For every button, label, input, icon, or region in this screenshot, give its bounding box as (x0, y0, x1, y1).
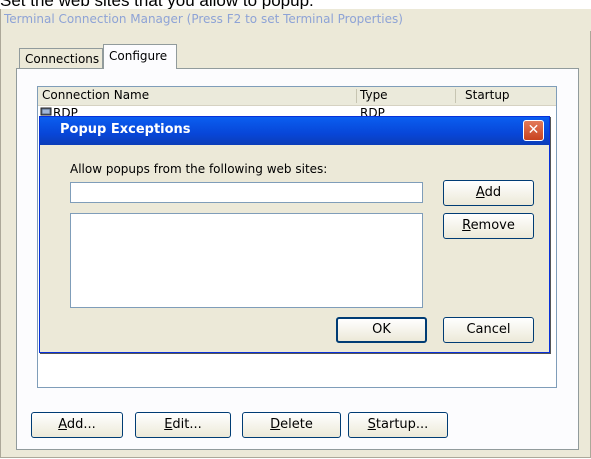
add-label: dd... (66, 417, 96, 432)
column-separator[interactable] (356, 89, 357, 103)
column-header-startup[interactable]: Startup (465, 88, 510, 102)
ok-label: OK (372, 322, 391, 337)
startup-label: tartup... (375, 417, 429, 432)
allow-popups-label: Allow popups from the following web site… (70, 162, 328, 176)
tab-connections-label: Connections (25, 52, 100, 66)
column-header-type[interactable]: Type (360, 88, 388, 102)
delete-connection-button[interactable]: Delete (242, 412, 341, 438)
add-site-accelerator: A (475, 185, 485, 200)
window-title: Terminal Connection Manager (Press F2 to… (4, 12, 403, 26)
delete-label: elete (280, 417, 313, 432)
column-header-connection-name[interactable]: Connection Name (42, 88, 149, 102)
cancel-button[interactable]: Cancel (443, 317, 534, 343)
startup-button[interactable]: Startup... (348, 412, 448, 438)
edit-label: dit... (172, 417, 202, 432)
add-site-button[interactable]: Add (443, 180, 534, 206)
add-connection-button[interactable]: Add... (31, 412, 123, 438)
add-site-label: dd (484, 185, 502, 200)
tab-configure[interactable]: Configure (103, 44, 177, 69)
startup-accelerator: S (367, 417, 376, 432)
remove-site-button[interactable]: Remove (443, 213, 534, 239)
website-input[interactable] (70, 182, 423, 203)
remove-accelerator: R (462, 218, 471, 233)
edit-connection-button[interactable]: Edit... (135, 412, 231, 438)
tab-connections[interactable]: Connections (19, 48, 103, 68)
dialog-title: Popup Exceptions (60, 122, 191, 137)
add-accelerator: A (58, 417, 67, 432)
dialog-title-bar[interactable]: Popup Exceptions ✕ (40, 117, 549, 145)
allowed-sites-list[interactable] (70, 213, 423, 308)
cancel-label: Cancel (466, 322, 511, 337)
list-header: Connection Name Type Startup (38, 87, 556, 106)
ok-button[interactable]: OK (336, 317, 427, 343)
remove-label: emove (470, 218, 515, 233)
close-icon: ✕ (527, 122, 540, 138)
window-title-bar: Terminal Connection Manager (Press F2 to… (1, 9, 591, 31)
tab-configure-label: Configure (109, 49, 168, 63)
delete-accelerator: D (270, 417, 281, 432)
close-button[interactable]: ✕ (523, 120, 544, 141)
popup-exceptions-dialog: Popup Exceptions ✕ Allow popups from the… (39, 116, 550, 353)
column-separator[interactable] (455, 89, 456, 103)
